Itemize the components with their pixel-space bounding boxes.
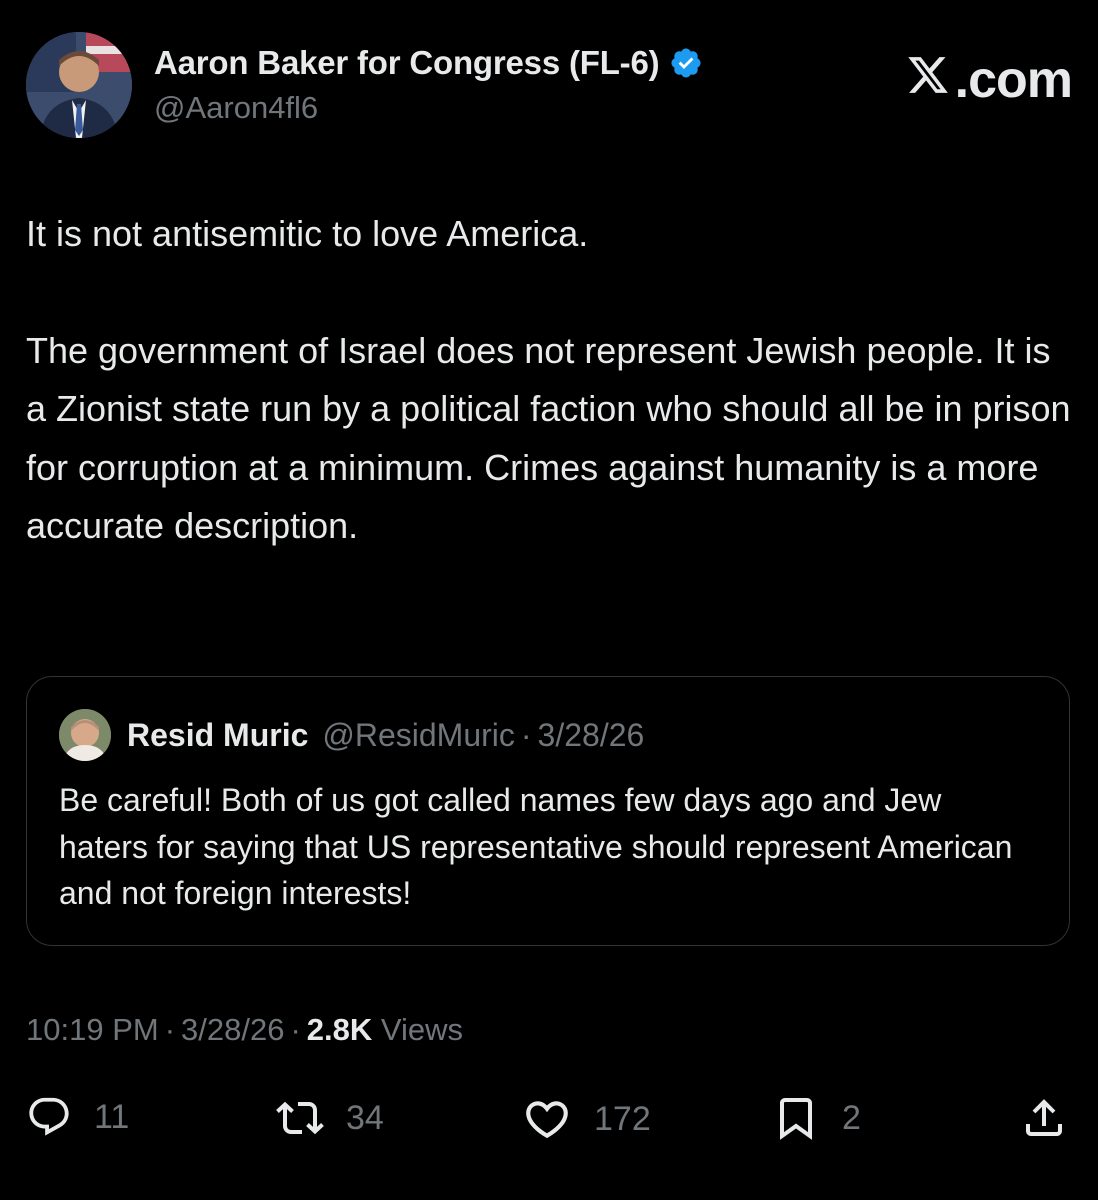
bookmark-button[interactable]: 2 [772,1094,861,1142]
quoted-post-date: 3/28/26 [537,716,645,753]
x-logo-icon [905,50,955,110]
like-button[interactable]: 172 [522,1094,651,1144]
author-handle[interactable]: @Aaron4fl6 [154,90,318,126]
reply-icon [26,1094,72,1140]
heart-icon [522,1094,572,1144]
views-count: 2.8K [306,1012,373,1047]
repost-count: 34 [346,1098,384,1137]
post-header: Aaron Baker for Congress (FL-6) @Aaron4f… [26,32,1073,142]
views-label: Views [380,1012,464,1047]
quoted-author-name: Resid Muric [127,716,309,753]
repost-icon [276,1094,324,1142]
bookmark-count: 2 [842,1098,861,1137]
post-metadata: 10:19 PM · 3/28/26 · 2.8K Views [26,1012,463,1048]
site-logo: .com [905,50,1073,110]
separator-dot: · [290,1012,301,1047]
reply-count: 11 [94,1097,130,1136]
author-display-name[interactable]: Aaron Baker for Congress (FL-6) [154,44,660,82]
separator-dot: · [520,716,532,753]
bookmark-icon [772,1094,820,1142]
quoted-author-handle: @ResidMuric [322,716,515,753]
site-logo-text: .com [954,51,1073,109]
quoted-post-text: Be careful! Both of us got called names … [59,782,1013,911]
display-name-row: Aaron Baker for Congress (FL-6) [154,44,703,82]
separator-dot: · [164,1012,176,1047]
share-icon [1020,1094,1068,1142]
post-time[interactable]: 10:19 PM [26,1012,159,1047]
quoted-author-avatar [59,709,111,761]
post-paragraph: It is not antisemitic to love America. [26,213,589,254]
quoted-post-header: Resid Muric @ResidMuric · 3/28/26 [59,709,644,761]
quoted-post[interactable]: Resid Muric @ResidMuric · 3/28/26 Be car… [26,676,1070,946]
verified-badge-icon[interactable] [669,46,703,80]
post-paragraph: The government of Israel does not repres… [26,329,1071,547]
post-text: It is not antisemitic to love America. T… [26,205,1076,556]
like-count: 172 [594,1099,651,1138]
author-avatar[interactable] [26,32,132,138]
repost-button[interactable]: 34 [276,1094,384,1142]
reply-button[interactable]: 11 [26,1094,129,1140]
post-date[interactable]: 3/28/26 [181,1012,284,1047]
action-bar: 11 34 172 2 [26,1094,1072,1154]
share-button[interactable] [1020,1094,1068,1142]
